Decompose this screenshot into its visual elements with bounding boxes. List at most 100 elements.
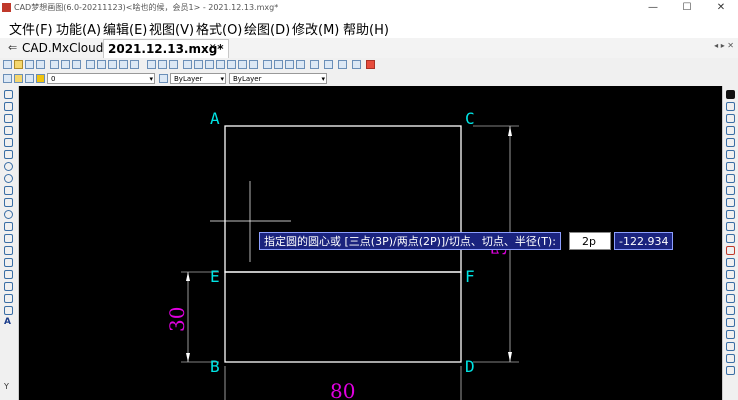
vip-icon[interactable]: [366, 60, 375, 69]
scale-icon[interactable]: [726, 186, 735, 195]
tab-nav-controls[interactable]: ◂ ▸ ✕: [714, 41, 734, 50]
menu-file[interactable]: 文件(F): [9, 19, 53, 38]
layer-select[interactable]: 0 ▾: [47, 73, 155, 84]
polyline-icon[interactable]: [4, 114, 13, 123]
region-icon[interactable]: [4, 294, 13, 303]
layer-props-icon[interactable]: [3, 74, 12, 83]
tab-dropdown-icon[interactable]: ⇐: [8, 39, 17, 57]
linetype-select[interactable]: ByLayer ▾: [229, 73, 327, 84]
erase-icon[interactable]: [726, 102, 735, 111]
measure-tool-icon[interactable]: [726, 330, 735, 339]
revcloud-icon[interactable]: [4, 186, 13, 195]
undo-icon[interactable]: [183, 60, 192, 69]
ellipse-arc-icon[interactable]: [4, 222, 13, 231]
extend-icon[interactable]: [726, 222, 735, 231]
tab-mxcloud[interactable]: CAD.MxCloud: [22, 39, 103, 57]
mirror-icon[interactable]: [726, 126, 735, 135]
distance-icon[interactable]: [158, 60, 167, 69]
cut-icon[interactable]: [50, 60, 59, 69]
table-icon[interactable]: [285, 60, 294, 69]
color-swatch-icon[interactable]: [159, 74, 168, 83]
spline-icon[interactable]: [4, 198, 13, 207]
settings-icon[interactable]: [310, 60, 319, 69]
rotate-icon[interactable]: [726, 174, 735, 183]
image-icon[interactable]: [274, 60, 283, 69]
menu-edit[interactable]: 编辑(E): [103, 19, 147, 38]
link-icon[interactable]: [324, 60, 333, 69]
copy-object-icon[interactable]: [726, 114, 735, 123]
zoom-window-icon[interactable]: [97, 60, 106, 69]
text-style-icon[interactable]: [216, 60, 225, 69]
circle-tool-icon[interactable]: [4, 174, 13, 183]
edit-text-icon[interactable]: [726, 354, 735, 363]
hatch-icon[interactable]: [227, 60, 236, 69]
minimize-button[interactable]: —: [636, 0, 670, 16]
redo-icon[interactable]: [194, 60, 203, 69]
offset-icon[interactable]: [726, 138, 735, 147]
open-file-icon[interactable]: [14, 60, 23, 69]
close-button[interactable]: ✕: [704, 0, 738, 16]
table-tool-icon[interactable]: [4, 306, 13, 315]
color-icon[interactable]: [338, 60, 347, 69]
menu-view[interactable]: 视图(V): [149, 19, 194, 38]
chamfer-icon[interactable]: [726, 258, 735, 267]
make-block-icon[interactable]: [4, 246, 13, 255]
xline-icon[interactable]: [4, 102, 13, 111]
line-icon[interactable]: [4, 90, 13, 99]
hatch-tool-icon[interactable]: [4, 270, 13, 279]
lengthen-icon[interactable]: [726, 294, 735, 303]
paste-icon[interactable]: [72, 60, 81, 69]
trim-icon[interactable]: [726, 210, 735, 219]
edit-polyline-icon[interactable]: [726, 342, 735, 351]
break-icon[interactable]: [726, 234, 735, 243]
menu-modify[interactable]: 修改(M): [292, 19, 339, 38]
layer-manager-icon[interactable]: [249, 60, 258, 69]
tab-close-icon[interactable]: ✕: [209, 39, 217, 57]
properties-icon[interactable]: [726, 366, 735, 375]
rect-lower[interactable]: [224, 271, 462, 363]
align-icon[interactable]: [726, 306, 735, 315]
save-icon[interactable]: [25, 60, 34, 69]
drawing-canvas[interactable]: A C E F B D 30 50 80 指定圆的圆心或 [三点(3P)/两点(…: [19, 86, 722, 400]
share-icon[interactable]: [352, 60, 361, 69]
gradient-icon[interactable]: [4, 282, 13, 291]
print-icon[interactable]: [36, 60, 45, 69]
match-properties-icon[interactable]: [147, 60, 156, 69]
circle-icon[interactable]: [4, 162, 13, 171]
join-icon[interactable]: [726, 246, 735, 255]
menu-draw[interactable]: 绘图(D): [244, 19, 290, 38]
ellipse-icon[interactable]: [4, 210, 13, 219]
area-icon[interactable]: [169, 60, 178, 69]
cloud-icon[interactable]: [263, 60, 272, 69]
menu-function[interactable]: 功能(A): [56, 19, 101, 38]
fillet-icon[interactable]: [726, 270, 735, 279]
command-input[interactable]: 2p: [569, 232, 611, 250]
explode-icon[interactable]: [726, 282, 735, 291]
move-icon[interactable]: [726, 162, 735, 171]
toolbar-grip-icon[interactable]: [726, 90, 735, 99]
block-icon[interactable]: [238, 60, 247, 69]
layer-freeze-icon[interactable]: [36, 74, 45, 83]
copy-icon[interactable]: [61, 60, 70, 69]
maximize-button[interactable]: ☐: [670, 0, 704, 16]
dim-icon[interactable]: [205, 60, 214, 69]
divide-icon[interactable]: [726, 318, 735, 327]
arc-icon[interactable]: [4, 138, 13, 147]
mtext-icon[interactable]: A: [4, 318, 13, 327]
measure-icon[interactable]: [296, 60, 305, 69]
polygon-icon[interactable]: [4, 126, 13, 135]
new-file-icon[interactable]: [3, 60, 12, 69]
zoom-extents-icon[interactable]: [130, 60, 139, 69]
zoom-previous-icon[interactable]: [108, 60, 117, 69]
menu-help[interactable]: 帮助(H): [343, 19, 389, 38]
color-select[interactable]: ByLayer ▾: [170, 73, 226, 84]
stretch-icon[interactable]: [726, 198, 735, 207]
zoom-realtime-icon[interactable]: [86, 60, 95, 69]
layer-lock-icon[interactable]: [25, 74, 34, 83]
layer-light-icon[interactable]: [14, 74, 23, 83]
point-icon[interactable]: [4, 258, 13, 267]
rectangle-icon[interactable]: [4, 150, 13, 159]
insert-block-icon[interactable]: [4, 234, 13, 243]
menu-format[interactable]: 格式(O): [196, 19, 242, 38]
pan-icon[interactable]: [119, 60, 128, 69]
